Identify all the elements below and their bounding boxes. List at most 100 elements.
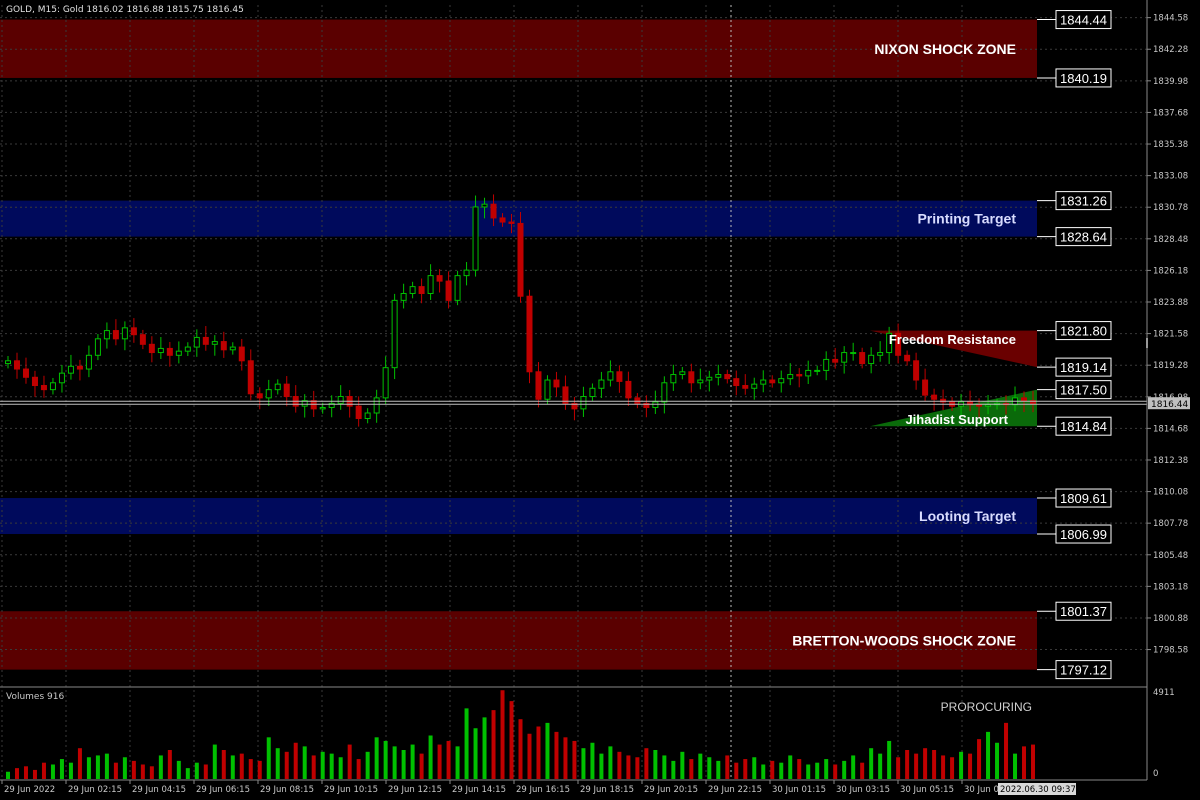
- candle-body: [40, 385, 47, 391]
- price-tick-label: 1823.88: [1153, 298, 1188, 308]
- time-tick-label: 29 Jun 08:15: [260, 785, 314, 795]
- price-tick-label: 1805.48: [1153, 551, 1188, 561]
- candle-body: [742, 385, 749, 389]
- level-label: 1817.50: [1060, 383, 1107, 398]
- candle-body: [265, 389, 272, 399]
- candle-body: [427, 275, 434, 294]
- current-price-label: 1816.44: [1151, 400, 1188, 410]
- price-tick-label: 1828.48: [1153, 235, 1188, 245]
- candle-body: [688, 371, 695, 384]
- candle-body: [238, 346, 245, 362]
- candle-body: [94, 338, 101, 356]
- candle-body: [733, 378, 740, 387]
- level-label: 1819.14: [1060, 360, 1107, 375]
- candle-body: [616, 371, 623, 382]
- candle-body: [103, 330, 110, 340]
- price-tick-label: 1839.98: [1153, 77, 1188, 87]
- volume-min-label: 0: [1153, 769, 1158, 779]
- time-tick-label: 30 Jun 03:15: [836, 785, 890, 795]
- candle-body: [76, 365, 83, 370]
- candle-body: [175, 350, 182, 356]
- price-tick-label: 1830.78: [1153, 203, 1188, 213]
- candle-body: [193, 336, 200, 348]
- time-tick-label: 29 Jun 18:15: [580, 785, 634, 795]
- price-tick-label: 1798.58: [1153, 646, 1188, 656]
- level-label: 1840.19: [1060, 71, 1107, 86]
- candle-body: [679, 371, 686, 376]
- time-tick-label: 29 Jun 2022: [4, 785, 55, 795]
- time-tick-label: 29 Jun 22:15: [708, 785, 762, 795]
- candle-body: [13, 360, 20, 370]
- candle-body: [463, 269, 470, 277]
- trading-chart[interactable]: 1844.58 1842.28 1839.98 1837.68 1835.38 1833.…: [0, 0, 1200, 800]
- candle-body: [913, 360, 920, 381]
- jihadist-support-label: Jihadist Support: [905, 412, 1008, 427]
- candle-body: [166, 347, 173, 356]
- zone-label-2: Looting Target: [919, 508, 1016, 524]
- level-label: 1797.12: [1060, 663, 1107, 678]
- candle-body: [877, 352, 884, 356]
- candle-body: [805, 369, 812, 377]
- price-tick-label: 1803.18: [1153, 582, 1188, 592]
- candle-body: [121, 327, 128, 340]
- candle-body: [229, 346, 236, 351]
- level-label: 1831.26: [1060, 194, 1107, 209]
- price-tick-label: 1814.68: [1153, 424, 1188, 434]
- time-tick-label: 29 Jun 14:15: [452, 785, 506, 795]
- price-tick-label: 1810.08: [1153, 488, 1188, 498]
- candle-body: [715, 374, 722, 378]
- candle-body: [5, 360, 11, 365]
- volume-indicator-title: Volumes 916: [6, 692, 64, 702]
- price-tick-label: 1800.88: [1153, 614, 1188, 624]
- symbol-info: GOLD, M15: Gold 1816.02 1816.88 1815.75 …: [6, 5, 244, 15]
- candle-body: [553, 379, 560, 388]
- candle-body: [220, 341, 227, 351]
- time-tick-label: 29 Jun 12:15: [388, 785, 442, 795]
- candle-body: [769, 379, 776, 384]
- level-label: 1828.64: [1060, 230, 1107, 245]
- watermark-label: PROROCURING: [941, 700, 1032, 714]
- candle-body: [337, 396, 344, 404]
- candle-body: [850, 352, 857, 355]
- candle-body: [823, 358, 830, 371]
- cursor-time-label: 2022.06.30 09:37: [1000, 785, 1076, 795]
- candle-body: [256, 393, 263, 399]
- candle-body: [931, 394, 938, 400]
- zone-label-1: Printing Target: [917, 211, 1016, 227]
- level-label: 1844.44: [1060, 13, 1107, 28]
- candle-body: [634, 397, 641, 404]
- candle-body: [211, 341, 218, 345]
- candle-body: [274, 383, 281, 391]
- price-tick-label: 1837.68: [1153, 108, 1188, 118]
- candle-body: [517, 222, 524, 297]
- candle-body: [436, 275, 443, 282]
- candle-body: [589, 387, 596, 398]
- candle-body: [868, 354, 875, 365]
- candle-body: [409, 286, 416, 294]
- candle-body: [454, 275, 461, 301]
- freedom-resistance-label: Freedom Resistance: [889, 332, 1016, 347]
- time-tick-label: 29 Jun 02:15: [68, 785, 122, 795]
- candle-body: [625, 380, 632, 399]
- level-label: 1809.61: [1060, 491, 1107, 506]
- price-tick-label: 1835.38: [1153, 140, 1188, 150]
- candle-body: [382, 367, 389, 399]
- zone-label-3: BRETTON-WOODS SHOCK ZONE: [792, 632, 1016, 648]
- candle-body: [652, 401, 659, 409]
- candle-body: [922, 379, 929, 396]
- candle-body: [760, 379, 767, 385]
- candle-body: [670, 374, 677, 384]
- candle-body: [787, 374, 794, 380]
- candle-body: [31, 376, 38, 387]
- candle-body: [859, 352, 866, 365]
- candle-body: [697, 379, 704, 384]
- time-tick-label: 30 Jun 05:15: [900, 785, 954, 795]
- candle-body: [724, 374, 731, 380]
- candle-body: [445, 280, 452, 301]
- candle-body: [778, 378, 785, 384]
- price-tick-label: 1819.28: [1153, 361, 1188, 371]
- price-tick-label: 1821.58: [1153, 330, 1188, 340]
- candle-body: [355, 405, 362, 419]
- candle-body: [130, 327, 137, 336]
- candle-body: [310, 400, 317, 410]
